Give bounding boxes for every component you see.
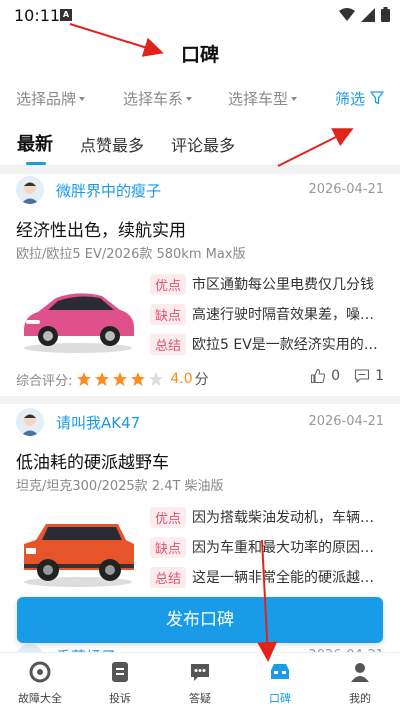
tab-most-commented[interactable]: 评论最多 (171, 132, 235, 156)
caret-down-icon (79, 97, 86, 101)
tab-latest[interactable]: 最新 (17, 130, 53, 156)
nav-item-faults[interactable]: 故障大全 (0, 661, 80, 706)
user-avatar-icon (21, 414, 39, 436)
pros-row: 优点 市区通勤每公里电费仅几分钱 (150, 272, 385, 296)
rating-score: 4.0 (170, 371, 193, 387)
brand-filter-label: 选择品牌 (16, 90, 77, 108)
system-icons (339, 7, 390, 22)
thumbs-up-icon (311, 368, 326, 384)
star-icon (113, 372, 128, 386)
comment-count: 1 (375, 368, 384, 384)
caret-down-icon (186, 97, 193, 101)
car-model: 欧拉/欧拉5 EV/2026款 580km Max版 (16, 247, 246, 262)
signal-icon (361, 7, 375, 22)
star-icon (95, 372, 110, 386)
model-filter[interactable]: 选择车型 (228, 88, 298, 109)
battery-icon (381, 7, 390, 22)
summary-text: 这是一辆非常全能的硬派越野车 (192, 570, 385, 586)
rating-label: 综合评分: (16, 373, 73, 389)
cons-text: 高速行驶时隔音效果差，噪音较大 (192, 307, 385, 323)
user-avatar-icon (21, 182, 39, 204)
status-bar: 10:11 A (0, 0, 400, 30)
review-title: 低油耗的硬派越野车 (16, 453, 169, 473)
pros-text: 因为搭载柴油发动机，车辆油耗很低 (192, 510, 385, 526)
review-date: 2026-04-21 (308, 182, 384, 197)
page-title: 口碑 (180, 44, 219, 66)
wifi-icon (339, 7, 355, 21)
comment-icon (355, 369, 370, 383)
divider (0, 166, 400, 174)
screen-filter-button[interactable]: 筛选 (335, 88, 384, 109)
caret-down-icon (291, 97, 298, 101)
pros-row: 优点 因为搭载柴油发动机，车辆油耗很低 (150, 505, 385, 529)
nav-label: 答疑 (189, 692, 211, 705)
summary-text: 欧拉5 EV是一款经济实用的电动车 (192, 337, 385, 353)
nav-label: 故障大全 (18, 692, 62, 705)
notification-icon: A (60, 9, 72, 21)
divider (0, 396, 400, 404)
pros-text: 市区通勤每公里电费仅几分钱 (192, 277, 375, 293)
qa-icon (191, 664, 209, 681)
active-tab-indicator (26, 162, 46, 165)
car-image (24, 293, 134, 353)
comment-button[interactable]: 1 (354, 368, 384, 384)
like-count: 0 (331, 368, 341, 384)
cons-row: 缺点 高速行驶时隔音效果差，噪音较大 (150, 302, 385, 326)
nav-item-profile[interactable]: 我的 (320, 661, 400, 706)
filter-bar: 选择品牌 选择车系 选择车型 筛选 (0, 78, 400, 118)
star-icon (131, 372, 146, 386)
publish-review-button[interactable]: 发布口碑 (17, 597, 383, 643)
star-rating (76, 371, 166, 387)
header: 口碑 (0, 30, 400, 74)
like-button[interactable]: 0 (310, 368, 340, 384)
sort-tabs: 最新 点赞最多 评论最多 (0, 122, 400, 166)
funnel-icon (370, 91, 384, 105)
avatar[interactable] (16, 408, 44, 436)
engagement: 0 1 (296, 368, 384, 384)
tab-most-liked[interactable]: 点赞最多 (80, 132, 144, 156)
avatar[interactable] (16, 176, 44, 204)
star-icon (77, 372, 92, 386)
app-screen: 10:11 A 口碑 选择品牌 选择车系 选择车型 筛选 最新 点赞最多 评论最… (0, 0, 400, 710)
review-date: 2026-04-21 (308, 414, 384, 429)
nav-item-reputation[interactable]: 口碑 (240, 661, 320, 706)
summary-tag: 总结 (150, 333, 187, 355)
car-image (24, 524, 134, 587)
cons-tag: 缺点 (150, 536, 187, 558)
nav-item-qa[interactable]: 答疑 (160, 661, 240, 706)
username[interactable]: 请叫我AK47 (56, 412, 140, 433)
nav-item-complaint[interactable]: 投诉 (80, 661, 160, 706)
model-filter-label: 选择车型 (228, 90, 289, 108)
reputation-icon (271, 664, 289, 679)
screen-filter-label: 筛选 (335, 90, 366, 108)
pros-tag: 优点 (150, 273, 187, 295)
status-time: 10:11 (14, 6, 61, 25)
summary-tag: 总结 (150, 566, 187, 588)
brand-filter[interactable]: 选择品牌 (16, 88, 86, 109)
nav-label: 投诉 (109, 692, 131, 705)
summary-row: 总结 欧拉5 EV是一款经济实用的电动车 (150, 332, 385, 356)
complaint-icon (112, 662, 128, 682)
review-card[interactable]: 请叫我AK47 2026-04-21 低油耗的硬派越野车 坦克/坦克300/20… (0, 404, 400, 604)
nav-label: 我的 (349, 692, 371, 705)
bottom-nav: 故障大全 投诉 答疑 口碑 我的 (0, 652, 400, 710)
series-filter-label: 选择车系 (123, 90, 184, 108)
username[interactable]: 微胖界中的瘦子 (56, 180, 161, 201)
rating: 综合评分: 4.0 分 (16, 369, 209, 389)
car-model: 坦克/坦克300/2025款 2.4T 柴油版 (16, 479, 224, 494)
rating-unit: 分 (194, 372, 209, 388)
cons-tag: 缺点 (150, 303, 187, 325)
nav-label: 口碑 (269, 692, 291, 705)
cons-row: 缺点 因为车重和最大功率的原因加速一般 (150, 535, 385, 559)
review-card[interactable]: 微胖界中的瘦子 2026-04-21 经济性出色，续航实用 欧拉/欧拉5 EV/… (0, 174, 400, 396)
fault-icon (29, 661, 51, 683)
summary-row: 总结 这是一辆非常全能的硬派越野车 (150, 565, 385, 589)
cons-text: 因为车重和最大功率的原因加速一般 (192, 540, 385, 556)
series-filter[interactable]: 选择车系 (123, 88, 193, 109)
profile-icon (351, 663, 369, 682)
pros-tag: 优点 (150, 506, 187, 528)
review-title: 经济性出色，续航实用 (16, 221, 186, 241)
star-icon (149, 372, 164, 386)
